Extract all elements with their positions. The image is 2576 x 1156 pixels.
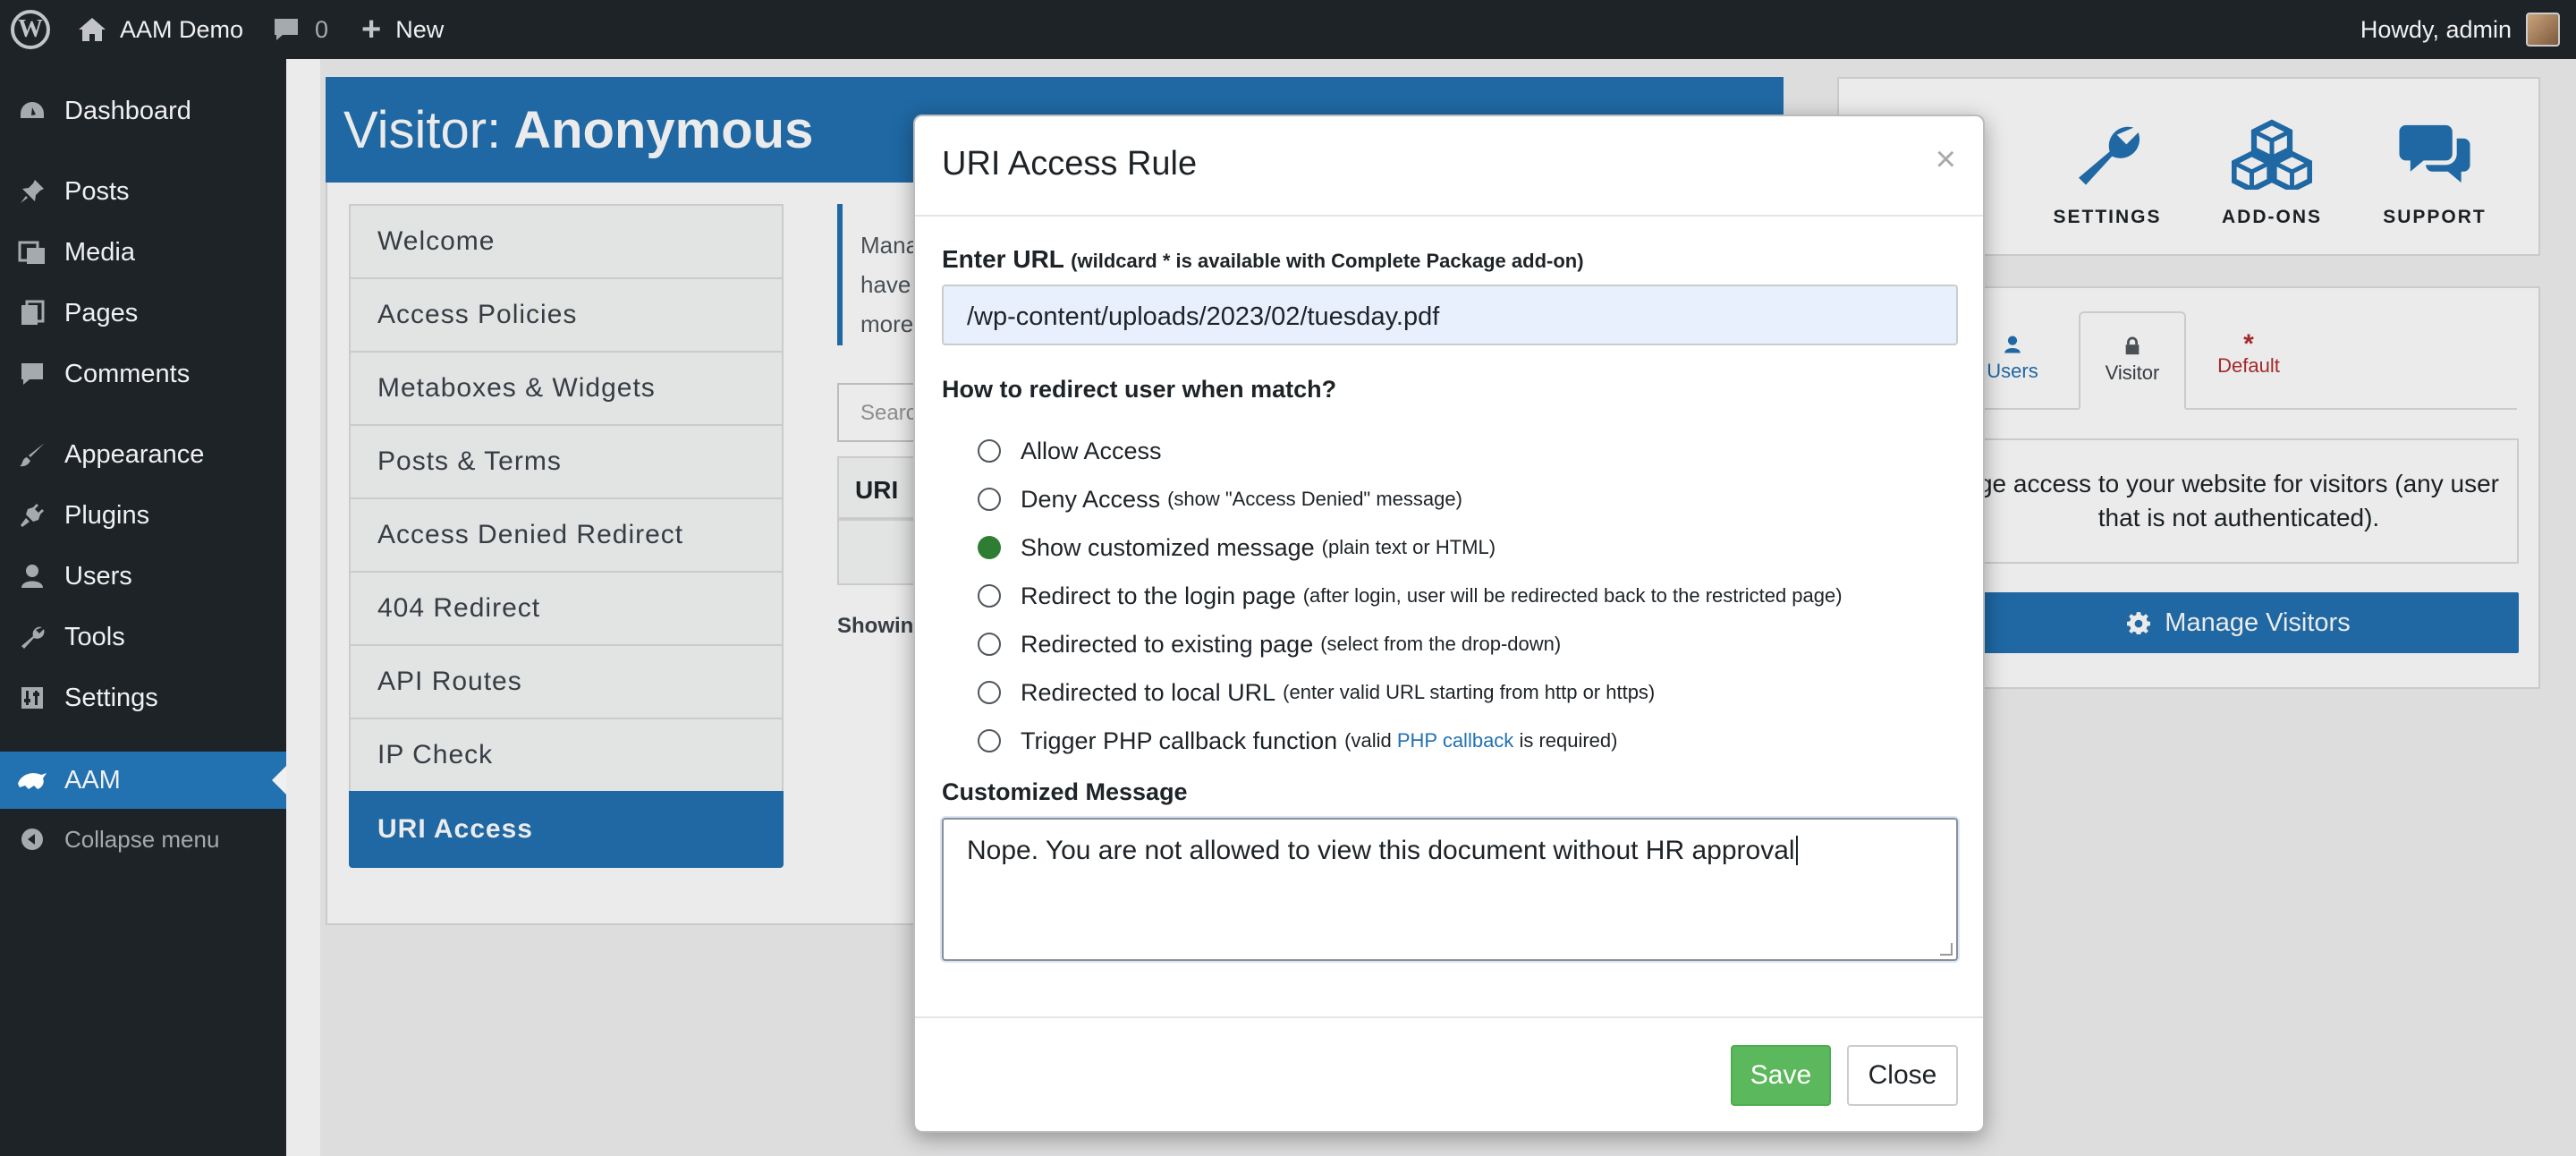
option-label: Trigger PHP callback function (1021, 727, 1338, 754)
sidebar-item-plugins[interactable]: Plugins (0, 487, 286, 544)
option-redirect-local-url[interactable]: Redirected to local URL (enter valid URL… (978, 675, 1655, 710)
option-deny-access[interactable]: Deny Access (show "Access Denied" messag… (978, 481, 1462, 517)
sidebar-item-settings[interactable]: Settings (0, 669, 286, 727)
customized-message-textarea[interactable]: Nope. You are not allowed to view this d… (942, 818, 1958, 961)
sidebar-item-dashboard[interactable]: Dashboard (0, 82, 286, 140)
option-show-customized-message[interactable]: Show customized message (plain text or H… (978, 530, 1496, 565)
avatar (2526, 13, 2560, 47)
option-php-callback[interactable]: Trigger PHP callback function (valid PHP… (978, 723, 1617, 759)
current-menu-arrow (272, 766, 286, 795)
option-hint: (enter valid URL starting from http or h… (1283, 681, 1656, 703)
php-callback-link[interactable]: PHP callback (1397, 729, 1513, 752)
collapse-icon (16, 823, 48, 855)
uri-access-rule-modal: URI Access Rule × Enter URL (wildcard * … (913, 115, 1985, 1133)
sidebar-item-label: Appearance (64, 439, 205, 469)
sidebar-item-label: Dashboard (64, 96, 191, 125)
message-label: Customized Message (942, 778, 1188, 805)
new-label: New (395, 15, 445, 43)
collapse-menu-label: Collapse menu (64, 825, 220, 853)
sidebar-item-label: Tools (64, 622, 125, 651)
close-button[interactable]: Close (1847, 1045, 1958, 1106)
sidebar-item-label: Plugins (64, 500, 150, 530)
sidebar-item-users[interactable]: Users (0, 548, 286, 605)
sidebar-item-appearance[interactable]: Appearance (0, 426, 286, 483)
url-label-text: Enter URL (942, 245, 1064, 273)
save-button[interactable]: Save (1731, 1045, 1831, 1106)
comments-count: 0 (315, 15, 329, 43)
comment-icon (275, 19, 298, 40)
sidebar-item-media[interactable]: Media (0, 224, 286, 281)
option-label: Allow Access (1021, 437, 1162, 464)
settings-icon (16, 682, 48, 714)
radio-button[interactable] (978, 488, 1001, 511)
home-icon (79, 18, 106, 41)
sidebar-item-pages[interactable]: Pages (0, 285, 286, 342)
modal-title: URI Access Rule (942, 145, 1198, 183)
hint-pre: (valid (1344, 729, 1392, 752)
sidebar-item-posts[interactable]: Posts (0, 163, 286, 220)
radio-button[interactable] (978, 681, 1001, 704)
redirect-label: How to redirect user when match? (942, 376, 1337, 403)
my-account-link[interactable]: Howdy, admin (2360, 0, 2560, 59)
brush-icon (16, 438, 48, 471)
site-name: AAM Demo (120, 15, 244, 43)
aam-icon (16, 764, 48, 796)
message-text: Nope. You are not allowed to view this d… (967, 836, 1795, 865)
hint-post: is required) (1519, 729, 1618, 752)
option-hint: (valid PHP callback is required) (1344, 729, 1617, 752)
sidebar-item-aam[interactable]: AAM (0, 752, 286, 809)
option-hint: (after login, user will be redirected ba… (1302, 584, 1843, 607)
sidebar-item-label: Pages (64, 298, 139, 327)
close-icon[interactable]: × (1936, 140, 1956, 180)
option-hint: (select from the drop-down) (1320, 633, 1562, 655)
text-cursor (1795, 836, 1798, 865)
sidebar-item-comments[interactable]: Comments (0, 345, 286, 403)
option-hint: (plain text or HTML) (1321, 536, 1496, 558)
option-label: Deny Access (1021, 485, 1161, 513)
media-icon (16, 236, 48, 268)
admin-sidebar: Dashboard Posts Media Pages Comments App… (0, 59, 286, 1156)
option-label: Show customized message (1021, 533, 1315, 561)
radio-button[interactable] (978, 584, 1001, 608)
radio-button[interactable] (978, 729, 1001, 752)
comment-icon (16, 358, 48, 390)
option-label: Redirected to existing page (1021, 630, 1314, 658)
admin-bar: W AAM Demo 0 + New Howdy, admin (0, 0, 2576, 59)
radio-button[interactable] (978, 439, 1001, 463)
radio-button-selected[interactable] (978, 536, 1001, 559)
pages-icon (16, 297, 48, 329)
url-label: Enter URL (wildcard * is available with … (942, 245, 1584, 274)
new-content-link[interactable]: + New (361, 0, 444, 59)
option-label: Redirected to local URL (1021, 678, 1276, 706)
sidebar-item-label: Posts (64, 176, 130, 206)
howdy-text: Howdy, admin (2360, 15, 2512, 43)
option-redirect-login[interactable]: Redirect to the login page (after login,… (978, 578, 1843, 614)
sidebar-item-label: Users (64, 561, 132, 591)
pin-icon (16, 175, 48, 208)
url-input[interactable]: /wp-content/uploads/2023/02/tuesday.pdf (942, 285, 1958, 345)
dashboard-icon (16, 95, 48, 127)
option-label: Redirect to the login page (1021, 582, 1296, 609)
wordpress-logo-icon[interactable]: W (11, 0, 50, 59)
plus-icon: + (361, 10, 382, 48)
plug-icon (16, 499, 48, 531)
sidebar-item-label: AAM (64, 765, 121, 795)
url-hint: (wildcard * is available with Complete P… (1071, 250, 1584, 272)
collapse-menu-button[interactable]: Collapse menu (0, 811, 286, 868)
sidebar-item-tools[interactable]: Tools (0, 608, 286, 666)
option-hint: (show "Access Denied" message) (1167, 488, 1462, 510)
modal-header: URI Access Rule × (915, 116, 1983, 217)
option-redirect-existing-page[interactable]: Redirected to existing page (select from… (978, 626, 1561, 662)
modal-footer-divider (915, 1016, 1983, 1018)
resize-handle[interactable] (1940, 943, 1953, 956)
sidebar-item-label: Settings (64, 683, 158, 712)
site-name-link[interactable]: AAM Demo (77, 0, 243, 59)
user-icon (16, 560, 48, 592)
wrench-icon (16, 621, 48, 653)
comments-link[interactable]: 0 (272, 0, 328, 59)
sidebar-item-label: Comments (64, 359, 191, 388)
option-allow-access[interactable]: Allow Access (978, 433, 1162, 469)
radio-button[interactable] (978, 633, 1001, 656)
sidebar-item-label: Media (64, 237, 135, 267)
